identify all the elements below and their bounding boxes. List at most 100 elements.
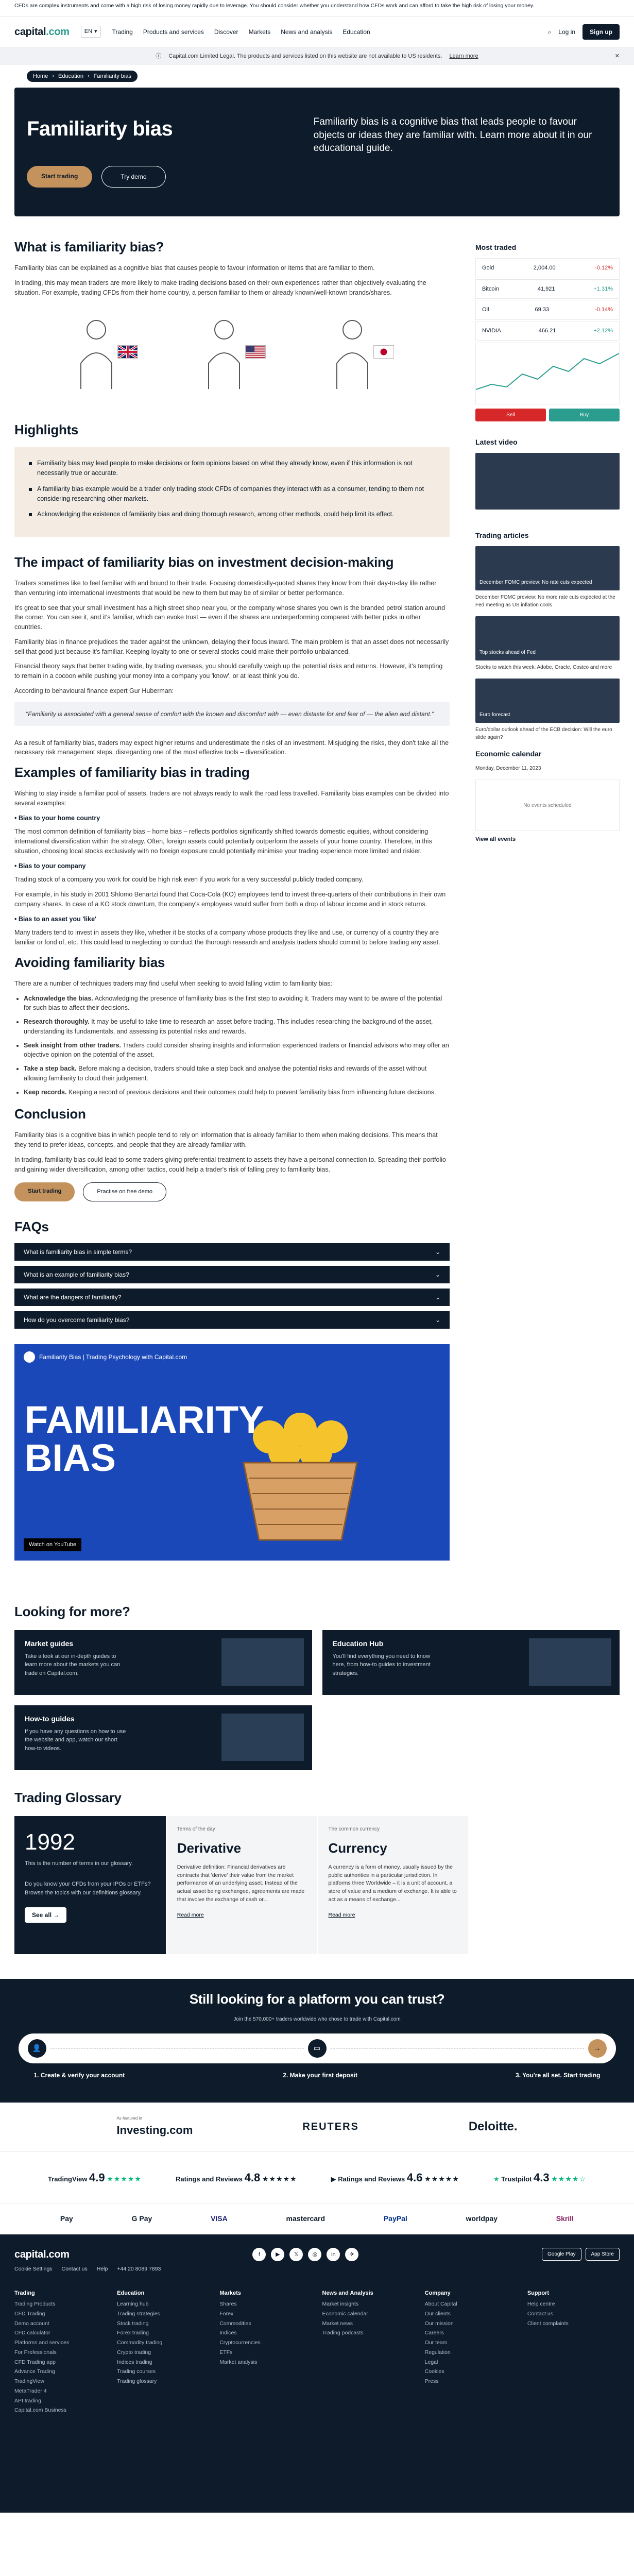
login-link[interactable]: Log in xyxy=(558,27,575,37)
deposit-icon: ▭ xyxy=(307,2039,327,2058)
trading-glossary: Trading Glossary 1992 This is the number… xyxy=(0,1788,634,1954)
google-pay-logo: G Pay xyxy=(131,2214,152,2223)
faq-item[interactable]: What is familiarity bias in simple terms… xyxy=(14,1243,450,1261)
chevron-down-icon: ⌄ xyxy=(435,1270,440,1278)
article-caption[interactable]: December FOMC preview: No more rate cuts… xyxy=(475,594,620,609)
contact-link[interactable]: Contact us xyxy=(62,2265,88,2274)
breadcrumb-education[interactable]: Education xyxy=(58,72,83,81)
section-heading: Looking for more? xyxy=(14,1603,130,1619)
paypal-logo: PayPal xyxy=(383,2214,407,2223)
sell-button[interactable]: Sell xyxy=(475,409,546,421)
subheading: • Bias to an asset you 'like' xyxy=(14,915,97,923)
help-link[interactable]: Help xyxy=(97,2265,108,2274)
list-item: Research thoroughly. It may be useful to… xyxy=(24,1017,450,1037)
nav-products[interactable]: Products and services xyxy=(143,27,204,37)
article-caption[interactable]: Euro/dollar outlook ahead of the ECB dec… xyxy=(475,726,620,741)
phone-number[interactable]: +44 20 8089 7893 xyxy=(117,2265,161,2274)
section-heading: Avoiding familiarity bias xyxy=(14,954,165,970)
facebook-icon[interactable]: f xyxy=(252,2247,266,2261)
site-logo[interactable]: capital .com xyxy=(14,24,70,40)
glossary-term-card[interactable]: The common currency Currency A currency … xyxy=(317,1816,469,1954)
market-row[interactable]: NVIDIA 466.21 +2.12% xyxy=(475,320,620,341)
rating-appstore[interactable]: Ratings and Reviews 4.8 ★★★★★ xyxy=(176,2169,297,2186)
footer-logo[interactable]: capital.com xyxy=(14,2247,70,2262)
video-thumbnail[interactable] xyxy=(475,453,620,510)
section-heading: The impact of familiarity bias on invest… xyxy=(14,554,394,570)
youtube-link[interactable]: Watch on YouTube xyxy=(24,1538,82,1551)
rating-googleplay[interactable]: ▶ Ratings and Reviews 4.6 ★★★★★ xyxy=(331,2169,459,2186)
language-select[interactable]: EN ▾ xyxy=(80,26,101,38)
star-icon: ★ xyxy=(493,2175,500,2183)
footer-col-company: Company About Capital Our clients Our miss… xyxy=(424,2290,457,2385)
try-demo-button[interactable]: Try demo xyxy=(101,166,166,188)
nav-discover[interactable]: Discover xyxy=(214,27,238,37)
instagram-icon[interactable]: ◎ xyxy=(308,2247,322,2261)
how-to-guides-card[interactable]: How-to guides If you have any questions o… xyxy=(14,1705,312,1770)
demo-button[interactable]: Practise on free demo xyxy=(83,1182,167,1201)
site-footer: capital.com f ▶ 𝕏 ◎ in ✈ Google Play App… xyxy=(0,2234,634,2513)
rating-trustpilot[interactable]: ★ Trustpilot 4.3 ★★★★☆ xyxy=(493,2169,586,2186)
nav-trading[interactable]: Trading xyxy=(112,27,133,37)
read-more-link[interactable]: Read more xyxy=(177,1912,204,1918)
article-card[interactable]: Top stocks ahead of Fed xyxy=(475,616,620,660)
list-item: Acknowledging the existence of familiari… xyxy=(29,510,435,519)
youtube-icon[interactable]: ▶ xyxy=(271,2247,285,2261)
list-item: Familiarity bias may lead people to make… xyxy=(29,459,435,478)
featured-label: As featured in xyxy=(116,2115,142,2121)
article-caption[interactable]: Stocks to watch this week: Adobe, Oracle… xyxy=(475,664,620,671)
paragraph: For example, in his study in 2001 Shlomo… xyxy=(14,891,446,908)
apple-pay-logo: Pay xyxy=(60,2214,73,2223)
rating-tradingview[interactable]: TradingView 4.9 ★★★★★ xyxy=(48,2169,142,2186)
market-row[interactable]: Oil 69.33 -0.14% xyxy=(475,300,620,320)
article-card[interactable]: Euro forecast xyxy=(475,679,620,723)
view-all-events-link[interactable]: View all events xyxy=(475,835,620,844)
google-play-badge[interactable]: Google Play xyxy=(542,2248,581,2261)
signup-button[interactable]: Sign up xyxy=(582,24,620,40)
footer-col-support: Support Help centre Contact us Client comp… xyxy=(527,2290,569,2327)
footer-col-markets: Markets Shares Forex Commodities Indices Cry… xyxy=(219,2290,261,2365)
notice-bar: ⓘ Capital.com Limited Legal. The product… xyxy=(0,47,634,65)
glossary-term-card[interactable]: Terms of the day Derivative Derivative d… xyxy=(165,1816,317,1954)
article-card[interactable]: December FOMC preview: No rate cuts expe… xyxy=(475,546,620,590)
platform-subtext: Join the 570,000+ traders worldwide who … xyxy=(233,2016,401,2022)
article: What is familiarity bias? Familiarity bi… xyxy=(14,237,450,1591)
list-item: Acknowledge the bias. Acknowledging the … xyxy=(24,994,450,1013)
faq-item[interactable]: What is an example of familiarity bias? ⌄ xyxy=(14,1265,450,1283)
close-icon[interactable]: ✕ xyxy=(615,52,620,61)
paragraph: Familiarity bias can be explained as a c… xyxy=(14,264,375,272)
breadcrumb-home[interactable]: Home xyxy=(33,72,48,81)
notice-link[interactable]: Learn more xyxy=(449,52,478,61)
step-label[interactable]: 3. You're all set. Start trading xyxy=(516,2071,600,2080)
skrill-logo: Skrill xyxy=(556,2214,574,2223)
page-title: Familiarity bias xyxy=(27,117,173,140)
cookie-settings-link[interactable]: Cookie Settings xyxy=(14,2265,53,2274)
market-guides-card[interactable]: Market guides Take a look at our in-depth… xyxy=(14,1630,312,1695)
education-hub-card[interactable]: Education Hub You'll find everything you … xyxy=(322,1630,620,1695)
nav-education[interactable]: Education xyxy=(342,27,370,37)
start-trading-button[interactable]: Start trading xyxy=(14,1182,75,1201)
arrow-right-icon[interactable]: → xyxy=(588,2039,607,2058)
read-more-link[interactable]: Read more xyxy=(329,1912,355,1918)
worldpay-logo: worldpay xyxy=(466,2214,498,2223)
subheading: • Bias to your company xyxy=(14,862,86,870)
telegram-icon[interactable]: ✈ xyxy=(345,2247,359,2261)
see-all-button[interactable]: See all → xyxy=(25,1907,67,1923)
basket-illustration xyxy=(243,1412,358,1541)
search-icon[interactable]: ⌕ xyxy=(548,27,552,37)
paragraph: There are a number of techniques traders… xyxy=(14,979,332,987)
nav-news[interactable]: News and analysis xyxy=(281,27,332,37)
market-row[interactable]: Gold 2,004.00 -0.12% xyxy=(475,258,620,278)
start-trading-button[interactable]: Start trading xyxy=(27,166,93,188)
buy-button[interactable]: Buy xyxy=(549,409,620,421)
video-title[interactable]: Familiarity Bias | Trading Psychology wi… xyxy=(39,1352,187,1362)
info-icon: ⓘ xyxy=(156,53,162,59)
faq-item[interactable]: What are the dangers of familiarity? ⌄ xyxy=(14,1288,450,1306)
nav-markets[interactable]: Markets xyxy=(249,27,271,37)
video-player[interactable]: Familiarity Bias | Trading Psychology wi… xyxy=(14,1344,450,1561)
market-row[interactable]: Bitcoin 41,921 +1.31% xyxy=(475,279,620,299)
footer-columns: Trading Trading Products CFD Trading Demo … xyxy=(14,2289,620,2417)
faq-item[interactable]: How do you overcome familiarity bias? ⌄ xyxy=(14,1311,450,1329)
app-store-badge[interactable]: App Store xyxy=(585,2248,620,2261)
x-icon[interactable]: 𝕏 xyxy=(289,2247,303,2261)
linkedin-icon[interactable]: in xyxy=(327,2247,340,2261)
